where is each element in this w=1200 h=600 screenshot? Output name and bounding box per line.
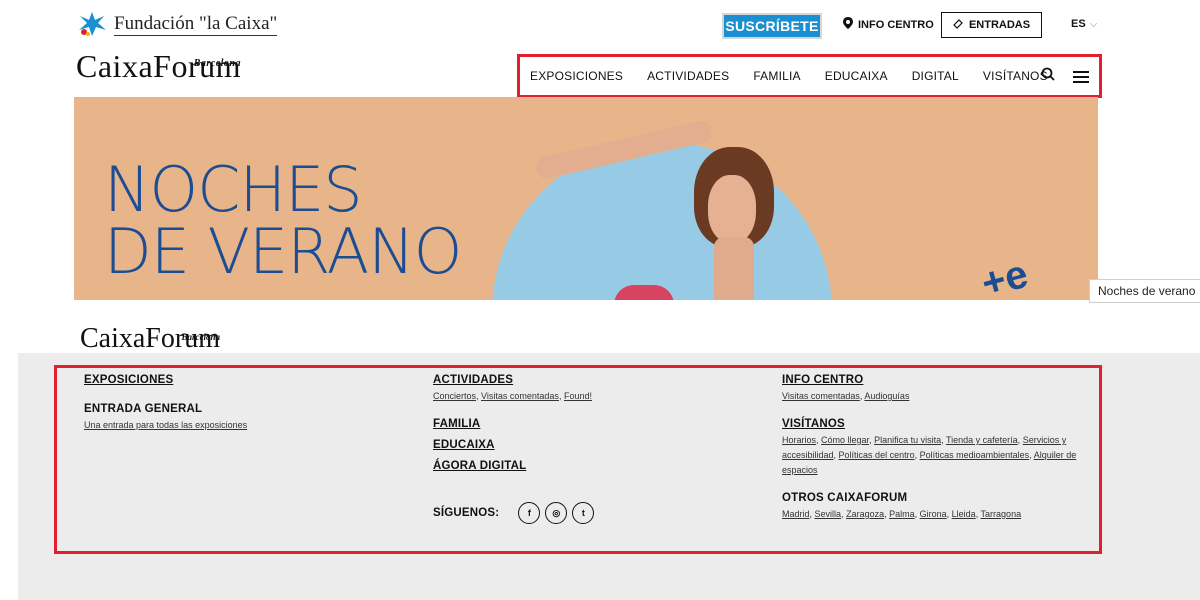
language-label: ES <box>1071 18 1086 30</box>
ticket-icon <box>953 18 963 32</box>
footer-exposiciones-link[interactable]: EXPOSICIONES <box>84 374 247 386</box>
hero-tooltip: Noches de verano <box>1089 279 1200 303</box>
footer-link-politicas-medio[interactable]: Políticas medioambientales <box>920 450 1030 460</box>
hero-title-line1: NOCHES <box>104 153 363 226</box>
footer-otros-heading: OTROS CAIXAFORUM <box>782 492 908 504</box>
facebook-icon[interactable]: f <box>518 502 541 524</box>
footer-link-tarragona[interactable]: Tarragona <box>981 509 1022 519</box>
search-icon[interactable] <box>1041 67 1055 86</box>
nav-item-educaixa[interactable]: EDUCAIXA <box>825 69 888 83</box>
footer-link-audioguias[interactable]: Audioguías <box>864 391 909 401</box>
fundacion-la-caixa-logo[interactable]: Fundación "la Caixa" <box>76 10 278 38</box>
footer-link-planifica[interactable]: Planifica tu visita <box>874 435 941 445</box>
entradas-button[interactable]: ENTRADAS <box>941 12 1042 38</box>
hero-plus-mark: +e <box>976 251 1033 300</box>
nav-item-actividades[interactable]: ACTIVIDADES <box>647 69 729 83</box>
siguenos-label: SÍGUENOS: <box>433 507 500 519</box>
nav-item-familia[interactable]: FAMILIA <box>753 69 800 83</box>
footer-actividades-link[interactable]: ACTIVIDADES <box>433 374 594 386</box>
footer-caixaforum-logo[interactable]: CaixaForum Barcelona <box>80 323 220 355</box>
main-nav: EXPOSICIONES ACTIVIDADES FAMILIA EDUCAIX… <box>517 54 1102 98</box>
footer-city: Barcelona <box>181 332 220 342</box>
footer-educaixa-link[interactable]: EDUCAIXA <box>433 439 594 451</box>
footer-link-politicas-centro[interactable]: Políticas del centro <box>839 450 915 460</box>
twitter-icon[interactable]: t <box>572 502 595 524</box>
hero-title: NOCHES DE VERANO <box>104 153 462 288</box>
entradas-label: ENTRADAS <box>968 19 1031 31</box>
fundacion-logo-text: Fundación "la Caixa" <box>114 12 278 36</box>
top-header: Fundación "la Caixa" CaixaForum Barcelon… <box>0 0 1200 100</box>
footer-link-visitas[interactable]: Visitas comentadas <box>481 391 559 401</box>
instagram-icon[interactable]: ◎ <box>545 502 568 524</box>
menu-icon[interactable] <box>1073 70 1089 83</box>
footer-link-conciertos[interactable]: Conciertos <box>433 391 476 401</box>
social-links: SÍGUENOS: f ◎ t <box>433 502 595 524</box>
hero-figure-face <box>708 175 756 243</box>
chevron-down-icon: ⌵ <box>1089 18 1098 30</box>
hero-title-line2: DE VERANO <box>104 215 462 288</box>
footer-col-info: INFO CENTRO Visitas comentadas, Audioguí… <box>782 374 1092 522</box>
info-centro-label: INFO CENTRO <box>858 18 934 31</box>
footer-link-found[interactable]: Found! <box>564 391 592 401</box>
footer-entrada-link[interactable]: Una entrada para todas las exposiciones <box>84 420 247 430</box>
footer-link-lleida[interactable]: Lleida <box>952 509 976 519</box>
location-pin-icon <box>843 17 853 32</box>
nav-icons <box>1041 67 1089 86</box>
footer-visitanos-link[interactable]: VISÍTANOS <box>782 418 1092 430</box>
footer-link-palma[interactable]: Palma <box>889 509 915 519</box>
footer-info-centro-link[interactable]: INFO CENTRO <box>782 374 1092 386</box>
footer-familia-link[interactable]: FAMILIA <box>433 418 594 430</box>
footer-link-sevilla[interactable]: Sevilla <box>815 509 842 519</box>
nav-item-visitanos[interactable]: VISÍTANOS <box>983 69 1048 83</box>
footer-link-como-llegar[interactable]: Cómo llegar <box>821 435 869 445</box>
footer-agora-link[interactable]: ÁGORA DIGITAL <box>433 460 594 472</box>
star-logo-icon <box>76 10 108 38</box>
footer-col-exposiciones: EXPOSICIONES ENTRADA GENERAL Una entrada… <box>84 374 247 433</box>
hero-banner[interactable]: NOCHES DE VERANO +e <box>74 97 1098 300</box>
footer-link-horarios[interactable]: Horarios <box>782 435 816 445</box>
nav-item-digital[interactable]: DIGITAL <box>912 69 959 83</box>
footer-link-zaragoza[interactable]: Zaragoza <box>846 509 884 519</box>
footer-col-actividades: ACTIVIDADES Conciertos, Visitas comentad… <box>433 374 595 524</box>
footer-link-madrid[interactable]: Madrid <box>782 509 810 519</box>
language-selector[interactable]: ES ⌵ <box>1071 18 1097 30</box>
caixaforum-logo[interactable]: CaixaForum Barcelona <box>76 48 241 84</box>
hero-figure-neck <box>714 237 754 300</box>
info-centro-link[interactable]: INFO CENTRO <box>843 17 934 32</box>
footer-link-visitas-comentadas[interactable]: Visitas comentadas <box>782 391 860 401</box>
footer-entrada-general: ENTRADA GENERAL <box>84 403 203 415</box>
footer-link-girona[interactable]: Girona <box>920 509 947 519</box>
nav-item-exposiciones[interactable]: EXPOSICIONES <box>530 69 623 83</box>
caixaforum-city: Barcelona <box>193 58 241 69</box>
footer-link-tienda[interactable]: Tienda y cafetería <box>946 435 1018 445</box>
subscribe-button[interactable]: SUSCRÍBETE <box>722 13 822 39</box>
